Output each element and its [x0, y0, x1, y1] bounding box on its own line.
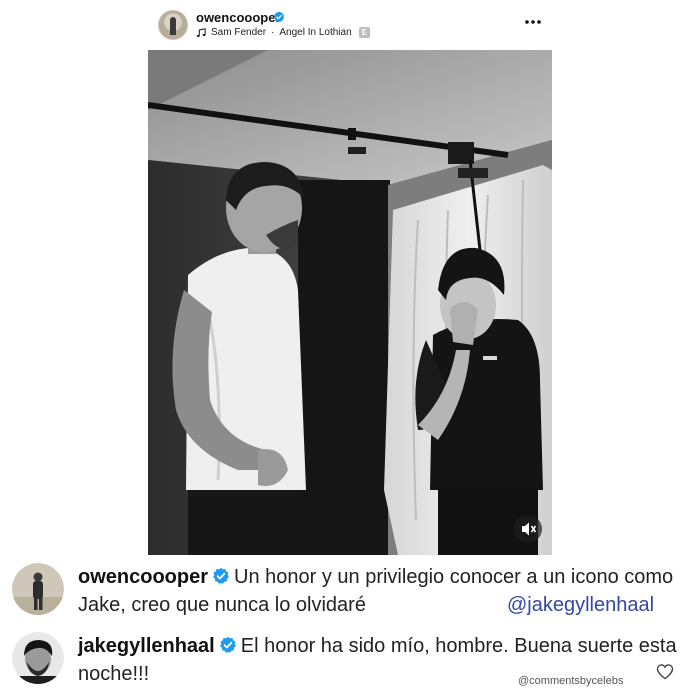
heart-icon[interactable]: [656, 663, 674, 680]
post-author-avatar[interactable]: [158, 10, 188, 40]
comment-body: owencoooper Un honor y un privilegio con…: [78, 563, 690, 619]
music-artist: Sam Fender: [211, 27, 267, 38]
music-separator: ·: [271, 27, 275, 38]
avatar-image: [12, 563, 64, 615]
more-options-icon[interactable]: [523, 12, 543, 32]
comment-mention[interactable]: @jakegyllenhaal: [507, 591, 654, 619]
post-header: owencoooper Sam Fender · Angel In Lothia…: [0, 0, 700, 48]
post-photo[interactable]: [148, 50, 552, 555]
comment-username[interactable]: jakegyllenhaal: [78, 635, 215, 657]
music-song: Angel In Lothian: [279, 27, 352, 38]
photo-illustration: [148, 50, 552, 555]
comment-item: owencoooper Un honor y un privilegio con…: [0, 560, 700, 626]
post-author-username[interactable]: owencoooper: [196, 10, 281, 25]
music-attribution[interactable]: Sam Fender · Angel In Lothian E: [196, 27, 370, 38]
verified-badge-icon: [219, 636, 236, 653]
watermark: @commentsbycelebs: [518, 675, 624, 687]
comment-username[interactable]: owencoooper: [78, 566, 208, 588]
commenter-avatar[interactable]: [12, 632, 64, 684]
avatar-image: [12, 632, 64, 684]
mute-button[interactable]: [514, 515, 542, 543]
explicit-badge: E: [358, 27, 370, 38]
verified-badge-icon: [273, 11, 285, 23]
verified-badge-icon: [213, 567, 229, 584]
commenter-avatar[interactable]: [12, 563, 64, 615]
music-note-icon: [196, 27, 206, 37]
muted-speaker-icon: [522, 522, 537, 536]
